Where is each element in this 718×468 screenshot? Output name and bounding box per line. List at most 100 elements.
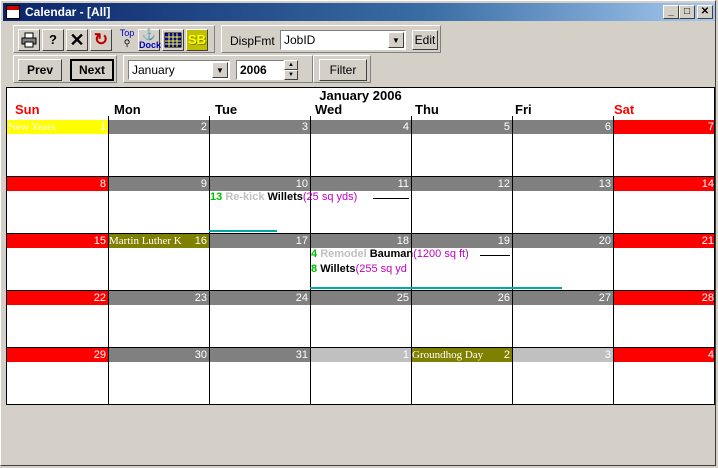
statusbar-button[interactable]: SB bbox=[186, 29, 208, 51]
day-header-21[interactable]: 21 bbox=[613, 234, 714, 248]
day-number: 7 bbox=[707, 121, 714, 133]
grid-line bbox=[7, 233, 714, 234]
day-header-1[interactable]: New Years 1 bbox=[7, 120, 108, 134]
job-id: 8 bbox=[311, 263, 318, 275]
date-toolbar: January ▼ 2006 ▲ ▼ bbox=[123, 55, 313, 83]
day-header-18[interactable]: 18 bbox=[310, 234, 411, 248]
job-event[interactable]: 4 Remodel Bauman(1200 sq ft) bbox=[311, 248, 511, 260]
dispfmt-label: DispFmt bbox=[230, 34, 275, 48]
year-field[interactable]: 2006 bbox=[236, 60, 284, 80]
day-header-20[interactable]: 20 bbox=[512, 234, 613, 248]
title-bar[interactable]: Calendar - [All] _ □ ✕ bbox=[3, 3, 715, 21]
day-header-29[interactable]: 29 bbox=[7, 348, 108, 362]
day-number: 24 bbox=[295, 292, 308, 304]
grid-line bbox=[512, 116, 513, 404]
edit-button[interactable]: Edit bbox=[412, 30, 438, 50]
close-button[interactable]: ✕ bbox=[697, 5, 713, 19]
day-header-16[interactable]: Martin Luther K 16 bbox=[108, 234, 209, 248]
filter-button[interactable]: Filter bbox=[319, 59, 367, 81]
day-number: 19 bbox=[497, 235, 510, 247]
day-header-3[interactable]: 3 bbox=[209, 120, 310, 134]
day-header-10[interactable]: 10 bbox=[209, 177, 310, 191]
day-header-26[interactable]: 26 bbox=[411, 291, 512, 305]
day-number: 22 bbox=[93, 292, 106, 304]
next-button[interactable]: Next bbox=[70, 59, 114, 81]
day-header-2[interactable]: 2 bbox=[108, 120, 209, 134]
grid-line bbox=[7, 290, 714, 291]
dayname-sat: Sat bbox=[614, 102, 635, 117]
job-customer: Bauman bbox=[369, 248, 414, 260]
day-header-31[interactable]: 31 bbox=[209, 348, 310, 362]
calendar-app-icon bbox=[6, 5, 20, 19]
grid-line bbox=[7, 347, 714, 348]
dock-label: Dock bbox=[139, 40, 162, 50]
day-number: 29 bbox=[93, 349, 106, 361]
job-size: (1200 sq ft) bbox=[413, 248, 469, 260]
day-header-feb-1[interactable]: 1 bbox=[310, 348, 411, 362]
day-number: 11 bbox=[397, 178, 409, 190]
day-header-11[interactable]: 11 bbox=[310, 177, 411, 191]
day-header-25[interactable]: 25 bbox=[310, 291, 411, 305]
holiday-groundhog: Groundhog Day bbox=[412, 349, 484, 361]
day-number: 27 bbox=[598, 292, 611, 304]
day-header-19[interactable]: 19 bbox=[411, 234, 512, 248]
month-calendar: January 2006 Sun Mon Tue Wed Thu Fri Sat… bbox=[6, 87, 715, 405]
prev-button[interactable]: Prev bbox=[18, 59, 62, 81]
day-number: 15 bbox=[93, 235, 106, 247]
day-header-9[interactable]: 9 bbox=[108, 177, 209, 191]
grid-line bbox=[108, 116, 109, 404]
maximize-button[interactable]: □ bbox=[679, 5, 695, 19]
top-label: Top bbox=[119, 28, 135, 38]
day-header-4[interactable]: 4 bbox=[310, 120, 411, 134]
day-header-5[interactable]: 5 bbox=[411, 120, 512, 134]
month-dropdown[interactable]: January ▼ bbox=[128, 60, 230, 80]
day-header-6[interactable]: 6 bbox=[512, 120, 613, 134]
day-header-28[interactable]: 28 bbox=[613, 291, 714, 305]
day-header-feb-4[interactable]: 4 bbox=[613, 348, 714, 362]
holiday-mlk: Martin Luther K bbox=[109, 235, 182, 247]
refresh-icon[interactable]: ↻ bbox=[90, 29, 112, 51]
day-header-13[interactable]: 13 bbox=[512, 177, 613, 191]
job-event[interactable]: 13 Re-kick Willets(25 sq yds) bbox=[210, 191, 410, 203]
help-icon[interactable]: ? bbox=[42, 29, 64, 51]
grid-line bbox=[310, 116, 311, 404]
top-button[interactable]: Top ⚲ bbox=[116, 28, 138, 50]
delete-icon[interactable]: ✕ bbox=[66, 29, 88, 51]
day-header-12[interactable]: 12 bbox=[411, 177, 512, 191]
dock-button[interactable]: ⚓ Dock bbox=[138, 29, 162, 51]
chevron-down-icon[interactable]: ▼ bbox=[212, 62, 228, 78]
chevron-down-icon[interactable]: ▼ bbox=[388, 32, 404, 48]
day-header-24[interactable]: 24 bbox=[209, 291, 310, 305]
day-header-22[interactable]: 22 bbox=[7, 291, 108, 305]
day-header-30[interactable]: 30 bbox=[108, 348, 209, 362]
day-number: 2 bbox=[503, 349, 510, 361]
job-size: (255 sq yd bbox=[355, 263, 407, 275]
year-down-icon[interactable]: ▼ bbox=[284, 70, 298, 80]
job-event[interactable]: 8 Willets(255 sq yd bbox=[311, 263, 411, 275]
event-span-bar bbox=[209, 230, 277, 232]
icon-toolbar: ? ✕ ↻ Top ⚲ ⚓ Dock SB bbox=[13, 25, 215, 53]
day-header-feb-3[interactable]: 3 bbox=[512, 348, 613, 362]
day-header-27[interactable]: 27 bbox=[512, 291, 613, 305]
job-id: 13 bbox=[210, 191, 223, 203]
day-header-14[interactable]: 14 bbox=[613, 177, 714, 191]
day-header-17[interactable]: 17 bbox=[209, 234, 310, 248]
print-icon[interactable] bbox=[18, 29, 40, 51]
event-line bbox=[480, 255, 510, 256]
year-up-icon[interactable]: ▲ bbox=[284, 60, 298, 70]
day-header-15[interactable]: 15 bbox=[7, 234, 108, 248]
day-header-8[interactable]: 8 bbox=[7, 177, 108, 191]
day-header-feb-2[interactable]: Groundhog Day 2 bbox=[411, 348, 512, 362]
job-customer: Willets bbox=[267, 191, 303, 203]
grid-line bbox=[7, 404, 714, 405]
minimize-button[interactable]: _ bbox=[663, 5, 679, 19]
event-span-bar bbox=[310, 287, 562, 289]
grid-line bbox=[613, 116, 614, 404]
day-number: 26 bbox=[497, 292, 510, 304]
day-header-7[interactable]: 7 bbox=[613, 120, 714, 134]
day-number: 23 bbox=[194, 292, 207, 304]
dispfmt-dropdown[interactable]: JobID ▼ bbox=[280, 30, 406, 50]
day-number: 3 bbox=[604, 349, 611, 361]
day-header-23[interactable]: 23 bbox=[108, 291, 209, 305]
grid-view-icon[interactable] bbox=[162, 29, 184, 51]
